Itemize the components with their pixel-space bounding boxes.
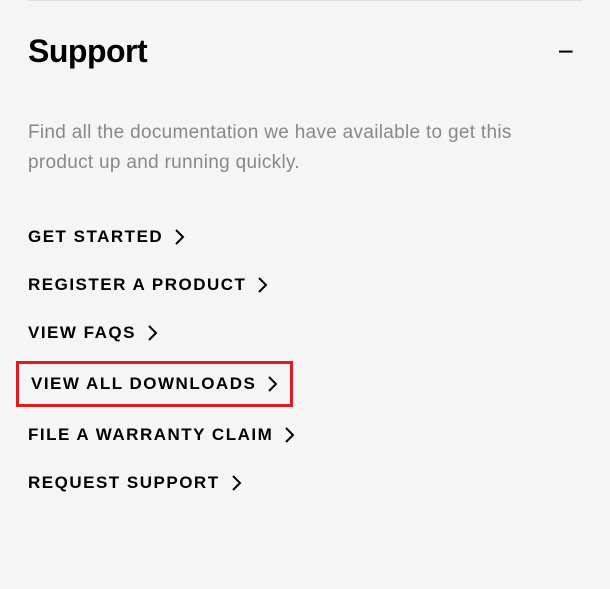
divider [28,0,582,1]
request-support-link[interactable]: REQUEST SUPPORT [28,473,242,493]
get-started-link[interactable]: GET STARTED [28,227,185,247]
chevron-right-icon [232,475,242,491]
chevron-right-icon [148,325,158,341]
chevron-right-icon [285,427,295,443]
link-label: VIEW FAQS [28,323,136,343]
collapse-icon: − [558,38,582,66]
view-all-downloads-link[interactable]: VIEW ALL DOWNLOADS [31,374,278,394]
chevron-right-icon [258,277,268,293]
support-links-list: GET STARTED REGISTER A PRODUCT VIEW FAQS… [28,227,582,493]
file-warranty-claim-link[interactable]: FILE A WARRANTY CLAIM [28,425,295,445]
view-faqs-link[interactable]: VIEW FAQS [28,323,158,343]
link-label: GET STARTED [28,227,163,247]
highlighted-link-box: VIEW ALL DOWNLOADS [16,361,293,407]
section-title: Support [28,33,147,70]
chevron-right-icon [268,376,278,392]
section-description: Find all the documentation we have avail… [28,118,582,179]
link-label: REGISTER A PRODUCT [28,275,246,295]
link-label: VIEW ALL DOWNLOADS [31,374,256,394]
link-label: REQUEST SUPPORT [28,473,220,493]
link-label: FILE A WARRANTY CLAIM [28,425,273,445]
chevron-right-icon [175,229,185,245]
register-product-link[interactable]: REGISTER A PRODUCT [28,275,268,295]
support-section-header[interactable]: Support − [28,33,582,70]
